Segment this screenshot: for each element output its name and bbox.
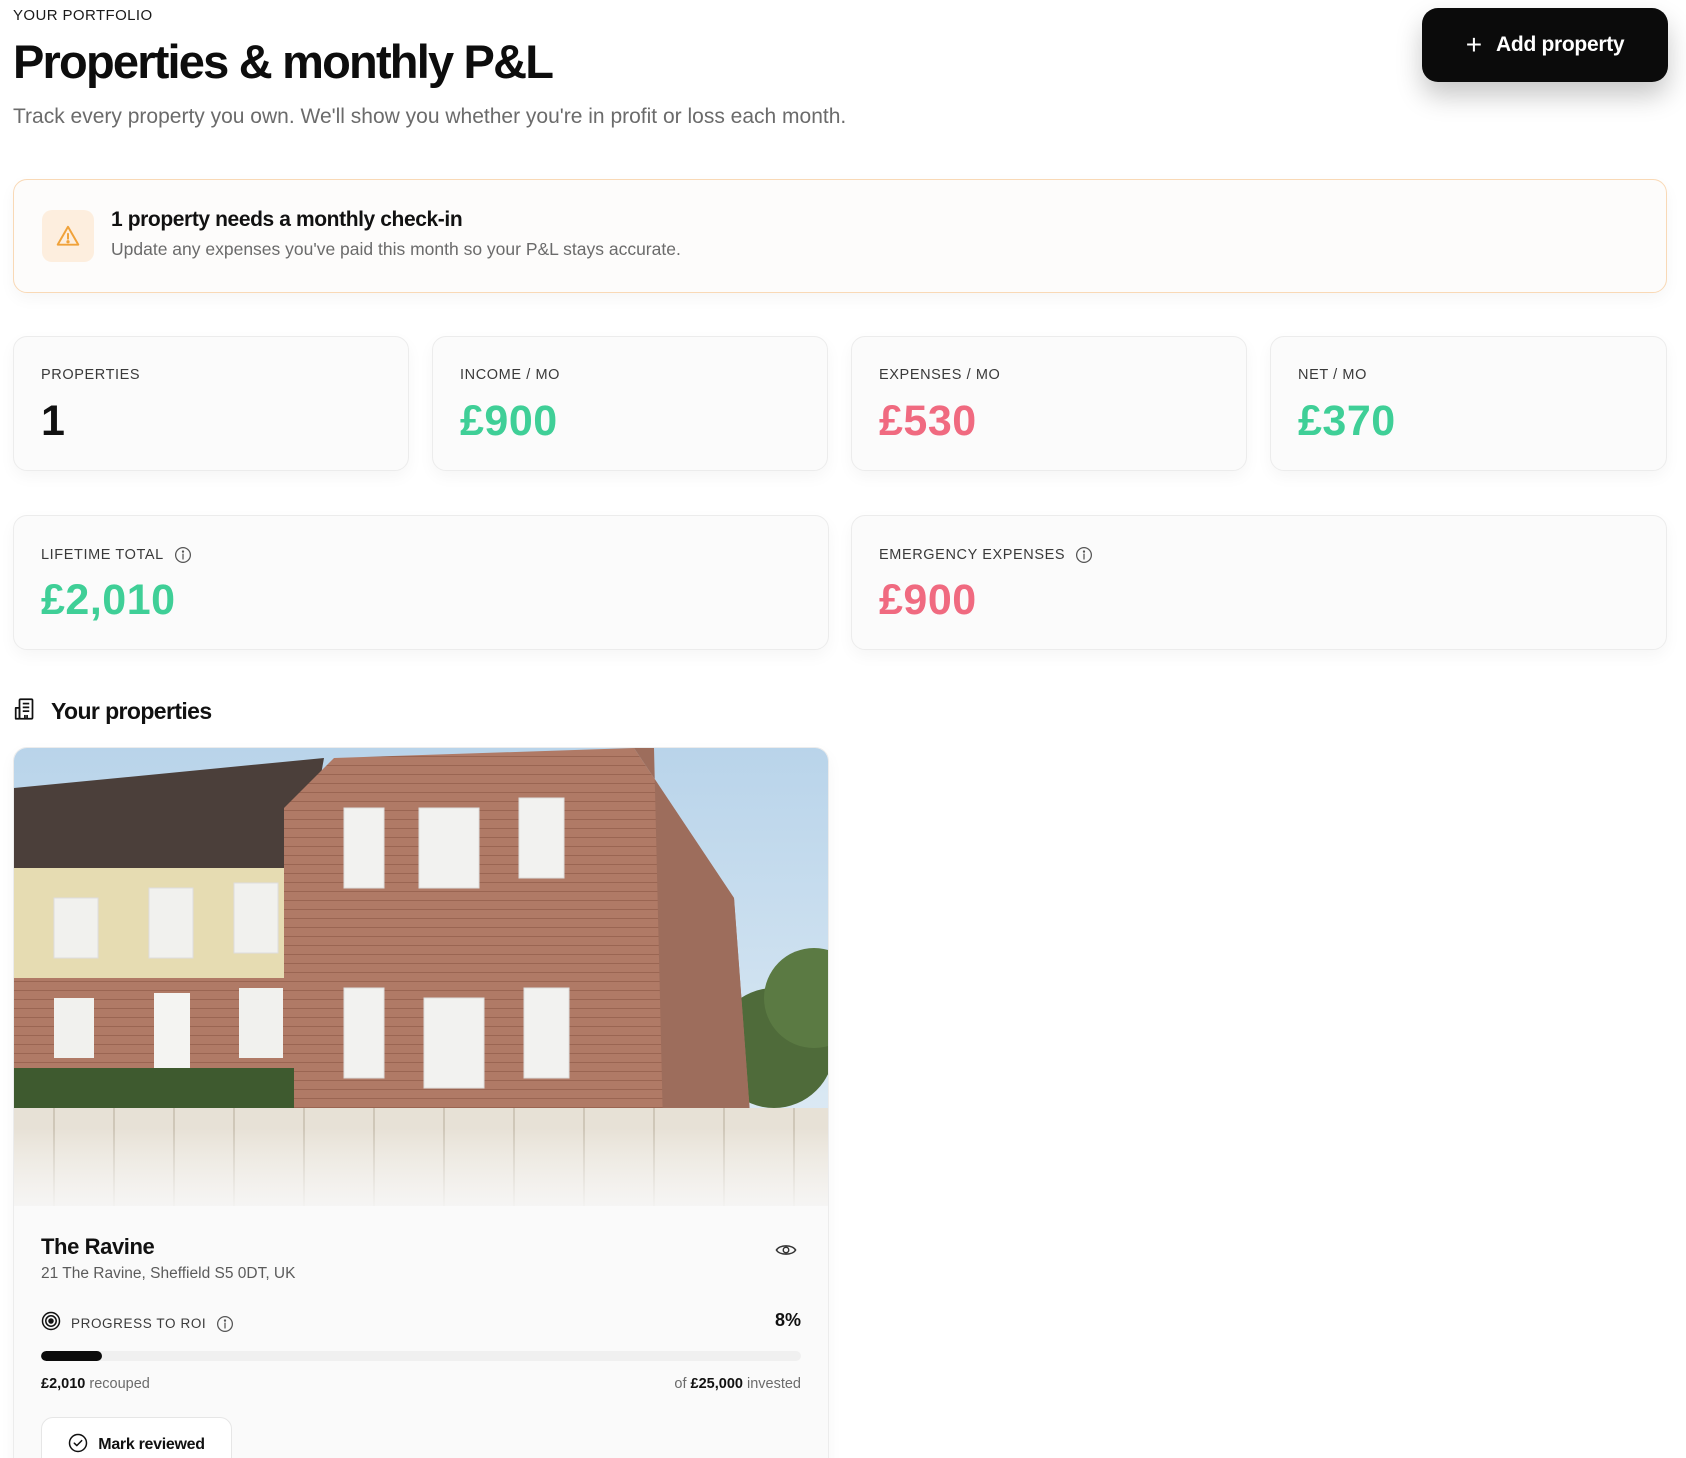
property-photo <box>14 748 828 1206</box>
stat-value-income: £900 <box>460 397 558 445</box>
alert-message: Update any expenses you've paid this mon… <box>111 239 681 259</box>
invested-text: invested <box>746 1376 801 1392</box>
page-subtitle: Track every property you own. We'll show… <box>13 105 847 128</box>
stat-card-expenses: EXPENSES / MO £530 <box>851 336 1247 471</box>
recouped-text: recouped <box>89 1376 150 1392</box>
invested-amount: £25,000 <box>690 1376 743 1392</box>
property-name: The Ravine <box>41 1234 155 1259</box>
stat-label-text: EMERGENCY EXPENSES <box>879 547 1066 563</box>
property-card[interactable]: The Ravine 21 The Ravine, Sheffield S5 0… <box>13 747 829 1458</box>
mark-reviewed-label: Mark reviewed <box>98 1436 205 1453</box>
roi-progress-fill <box>41 1351 102 1361</box>
stat-value-lifetime: £2,010 <box>41 576 176 624</box>
stat-value-emergency: £900 <box>879 576 977 624</box>
info-icon[interactable] <box>174 546 192 564</box>
stat-label: PROPERTIES <box>41 367 141 383</box>
plus-icon: + <box>1465 29 1483 60</box>
stat-label-emergency: EMERGENCY EXPENSES <box>879 546 1093 564</box>
stat-value-expenses: £530 <box>879 397 977 445</box>
roi-progress-header: PROGRESS TO ROI <box>41 1311 234 1336</box>
check-circle-icon <box>68 1433 88 1458</box>
stat-label-text: LIFETIME TOTAL <box>41 547 164 563</box>
roi-label: PROGRESS TO ROI <box>71 1316 207 1331</box>
invested-summary: of £25,000 invested <box>674 1376 801 1392</box>
stat-label: INCOME / MO <box>460 367 561 383</box>
property-address: 21 The Ravine, Sheffield S5 0DT, UK <box>41 1265 296 1282</box>
roi-progress-bar <box>41 1351 801 1361</box>
alert-title: 1 property needs a monthly check-in <box>111 208 463 231</box>
check-in-alert: 1 property needs a monthly check-in Upda… <box>13 179 1667 293</box>
stat-label: EXPENSES / MO <box>879 367 1001 383</box>
target-icon <box>41 1311 61 1336</box>
recouped-summary: £2,010 recouped <box>41 1376 150 1392</box>
page-eyebrow: YOUR PORTFOLIO <box>13 7 153 24</box>
stat-card-emergency-expenses: EMERGENCY EXPENSES £900 <box>851 515 1667 650</box>
info-icon[interactable] <box>216 1315 234 1333</box>
stat-value-properties: 1 <box>41 397 66 445</box>
mark-reviewed-button[interactable]: Mark reviewed <box>41 1417 232 1458</box>
stat-card-properties: PROPERTIES 1 <box>13 336 409 471</box>
properties-section-title: Your properties <box>51 698 212 724</box>
stat-card-income: INCOME / MO £900 <box>432 336 828 471</box>
roi-percent: 8% <box>774 1310 801 1330</box>
portfolio-page: YOUR PORTFOLIO Properties & monthly P&L … <box>13 0 1668 1458</box>
stat-value-net: £370 <box>1298 397 1396 445</box>
invested-prefix: of <box>674 1376 687 1392</box>
add-property-button[interactable]: + Add property <box>1422 8 1668 82</box>
eye-icon[interactable] <box>772 1238 800 1262</box>
warning-icon <box>42 210 94 262</box>
stat-card-net: NET / MO £370 <box>1270 336 1667 471</box>
building-icon <box>13 696 39 727</box>
stat-label: NET / MO <box>1298 367 1367 383</box>
add-property-label: Add property <box>1496 33 1625 56</box>
stat-label-lifetime: LIFETIME TOTAL <box>41 546 192 564</box>
page-title: Properties & monthly P&L <box>13 35 554 88</box>
recouped-amount: £2,010 <box>41 1376 86 1392</box>
properties-section-header: Your properties <box>13 696 212 727</box>
info-icon[interactable] <box>1075 546 1093 564</box>
stat-card-lifetime-total: LIFETIME TOTAL £2,010 <box>13 515 829 650</box>
